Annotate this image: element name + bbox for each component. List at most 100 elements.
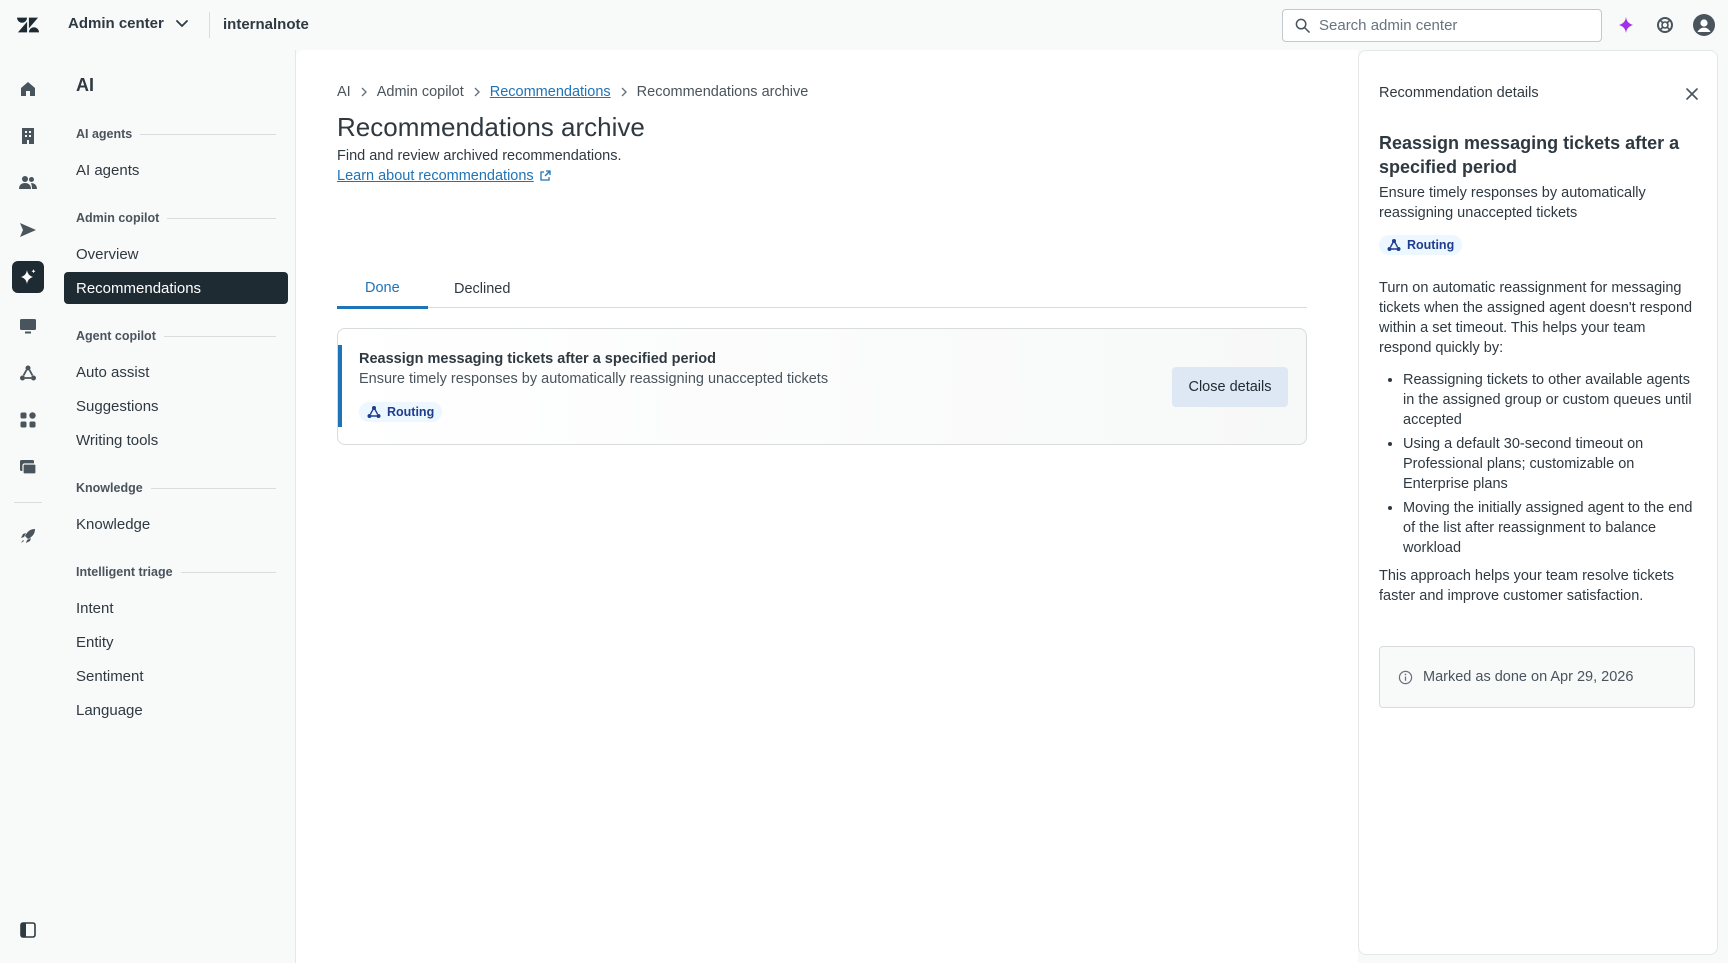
sidebar-item-entity[interactable]: Entity xyxy=(64,626,288,658)
learn-about-recommendations-link[interactable]: Learn about recommendations xyxy=(337,168,551,184)
details-intro: Turn on automatic reassignment for messa… xyxy=(1379,280,1693,356)
sidebar-item-label: Language xyxy=(76,701,143,719)
search-box[interactable] xyxy=(1282,9,1602,42)
details-subtitle: Ensure timely responses by automatically… xyxy=(1379,185,1646,221)
nav-group-ai-agents: AI agents xyxy=(76,127,276,141)
notice-text: Marked as done on Apr 29, 2026 xyxy=(1423,669,1634,685)
close-details-button[interactable]: Close details xyxy=(1172,367,1288,407)
breadcrumb: AI Admin copilot Recommendations Recomme… xyxy=(337,84,808,100)
product-label: Admin center xyxy=(68,14,164,32)
sidebar-item-sentiment[interactable]: Sentiment xyxy=(64,660,288,692)
category-tag: Routing xyxy=(359,402,443,422)
routing-icon xyxy=(1387,239,1401,251)
rail-apps-integrations[interactable] xyxy=(12,451,44,483)
rail-getting-started[interactable] xyxy=(12,520,44,552)
ai-sparkle-icon xyxy=(1619,17,1633,33)
sidebar-item-label: Auto assist xyxy=(76,363,150,381)
sidebar-item-label: AI agents xyxy=(76,161,140,179)
tab-declined[interactable]: Declined xyxy=(426,270,538,308)
rocket-icon xyxy=(21,529,35,543)
rail-objects-rules[interactable] xyxy=(12,357,44,389)
sidebar-item-intent[interactable]: Intent xyxy=(64,592,288,624)
chevron-right-icon xyxy=(361,87,367,97)
info-icon xyxy=(1398,670,1413,684)
tab-label: Done xyxy=(365,280,400,296)
top-bar: Admin center internalnote xyxy=(0,0,1728,50)
rail-people[interactable] xyxy=(12,166,44,198)
nav-group-label: Agent copilot xyxy=(76,329,156,343)
breadcrumb-recommendations-link[interactable]: Recommendations xyxy=(490,84,611,100)
link-label: Learn about recommendations xyxy=(337,168,534,184)
chevron-right-icon xyxy=(621,87,627,97)
nav-group-admin-copilot: Admin copilot xyxy=(76,211,276,225)
sidebar-item-language[interactable]: Language xyxy=(64,694,288,726)
ai-sparkle-button[interactable] xyxy=(1615,14,1637,36)
search-input[interactable] xyxy=(1319,17,1579,34)
breadcrumb-ai[interactable]: AI xyxy=(337,84,351,100)
building-icon xyxy=(22,128,34,144)
user-menu-button[interactable] xyxy=(1693,14,1715,36)
recommendation-subtitle: Ensure timely responses by automatically… xyxy=(359,371,829,387)
rail-ai[interactable] xyxy=(12,261,44,293)
routing-icon xyxy=(20,365,36,381)
page-title: Recommendations archive xyxy=(337,112,645,142)
sidebar-item-label: Knowledge xyxy=(76,515,151,533)
subdomain-label: internalnote xyxy=(223,16,309,33)
product-switcher[interactable]: Admin center xyxy=(68,13,192,33)
nav-group-label: Admin copilot xyxy=(76,211,160,225)
details-body: Turn on automatic reassignment for messa… xyxy=(1379,278,1699,606)
details-title: Reassign messaging tickets after a speci… xyxy=(1379,133,1680,177)
send-icon xyxy=(20,223,36,237)
nav-group-agent-copilot: Agent copilot xyxy=(76,329,276,343)
recommendation-details-panel: Recommendation details Reassign messagin… xyxy=(1358,50,1718,955)
nav-group-knowledge: Knowledge xyxy=(76,481,276,495)
rail-divider xyxy=(14,502,42,503)
recommendation-card[interactable]: Reassign messaging tickets after a speci… xyxy=(337,328,1307,445)
details-outro: This approach helps your team resolve ti… xyxy=(1379,568,1674,604)
recommendation-title: Reassign messaging tickets after a speci… xyxy=(359,351,716,367)
zendesk-logo-icon[interactable] xyxy=(17,14,39,36)
workspaces-icon xyxy=(20,460,37,475)
tag-label: Routing xyxy=(387,405,435,419)
sidebar-item-ai-agents[interactable]: AI agents xyxy=(64,154,288,186)
apps-icon xyxy=(20,412,36,428)
close-icon[interactable] xyxy=(1684,86,1700,102)
rail-workspaces[interactable] xyxy=(12,310,44,342)
page-description: Find and review archived recommendations… xyxy=(337,148,622,164)
home-icon xyxy=(21,82,35,96)
sidebar-item-label: Entity xyxy=(76,633,114,651)
people-icon xyxy=(19,176,37,189)
rail-collapse-toggle[interactable] xyxy=(12,914,44,946)
details-bullet-list: Reassigning tickets to other available a… xyxy=(1403,370,1699,558)
rail-apps[interactable] xyxy=(12,404,44,436)
secondary-nav: AI AI agents AI agents Admin copilot Ove… xyxy=(56,50,296,963)
list-item: Reassigning tickets to other available a… xyxy=(1403,370,1699,430)
tag-label: Routing xyxy=(1407,238,1455,252)
sidebar-item-writing-tools[interactable]: Writing tools xyxy=(64,424,288,456)
rail-home[interactable] xyxy=(12,73,44,105)
routing-icon xyxy=(367,406,381,418)
list-item: Using a default 30-second timeout on Pro… xyxy=(1403,434,1699,494)
help-icon xyxy=(1657,17,1673,33)
sidebar-item-recommendations[interactable]: Recommendations xyxy=(64,272,288,304)
help-button[interactable] xyxy=(1654,14,1676,36)
rail-account[interactable] xyxy=(12,120,44,152)
sidebar-item-label: Suggestions xyxy=(76,397,159,415)
sidebar-toggle-icon xyxy=(20,922,36,938)
card-accent-bar xyxy=(338,345,342,427)
sidebar-item-overview[interactable]: Overview xyxy=(64,238,288,270)
status-notice: Marked as done on Apr 29, 2026 xyxy=(1379,646,1695,708)
chevron-right-icon xyxy=(474,87,480,97)
category-tag: Routing xyxy=(1379,235,1463,255)
user-avatar-icon xyxy=(1693,14,1715,36)
sidebar-item-auto-assist[interactable]: Auto assist xyxy=(64,356,288,388)
chevron-down-icon xyxy=(175,20,188,28)
rail-channels[interactable] xyxy=(12,214,44,246)
sidebar-item-label: Writing tools xyxy=(76,431,159,449)
breadcrumb-admin-copilot[interactable]: Admin copilot xyxy=(377,84,464,100)
sidebar-item-suggestions[interactable]: Suggestions xyxy=(64,390,288,422)
topbar-divider xyxy=(209,12,210,38)
tab-done[interactable]: Done xyxy=(337,270,428,309)
sidebar-item-knowledge[interactable]: Knowledge xyxy=(64,508,288,540)
product-nav-rail xyxy=(0,50,56,963)
